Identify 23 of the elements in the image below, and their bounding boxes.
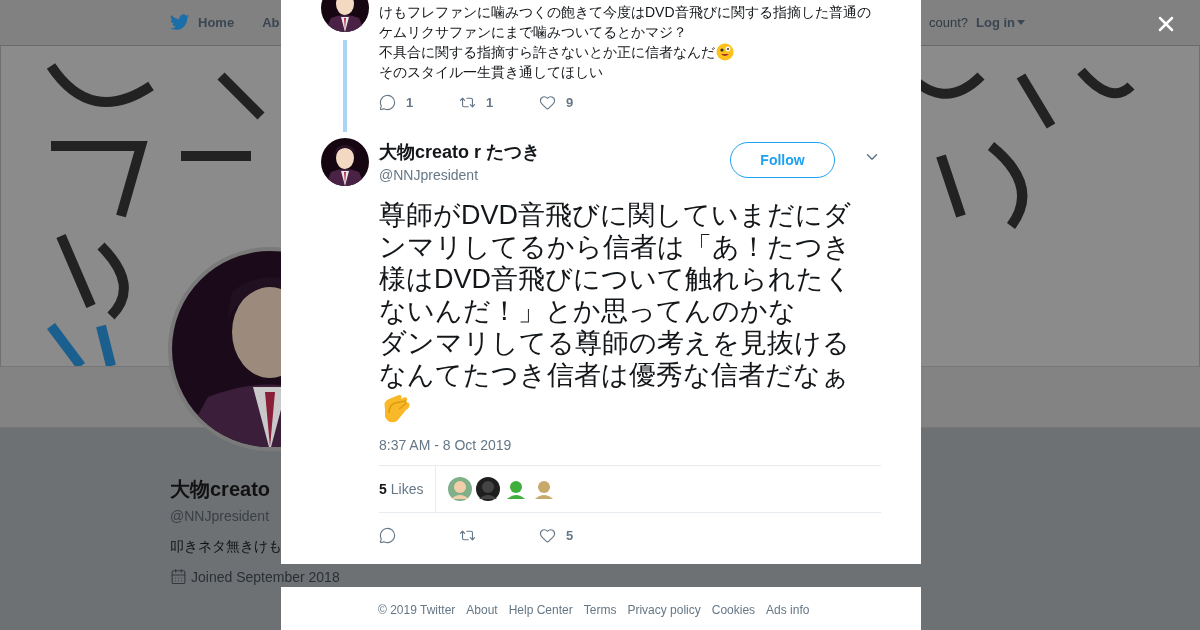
home-link[interactable]: Home: [170, 14, 235, 31]
reply-icon[interactable]: [379, 526, 396, 544]
footer-link[interactable]: Privacy policy: [627, 603, 701, 630]
footer-link[interactable]: About: [466, 603, 498, 630]
profile-name: 大物creato: [170, 477, 271, 502]
likes-count[interactable]: 5 Likes: [379, 466, 437, 512]
bird-icon: [170, 14, 190, 31]
footer-link[interactable]: © 2019 Twitter: [378, 603, 456, 630]
profile-bio: 叩きネタ無きけも: [170, 538, 282, 556]
action-count: 5: [566, 527, 574, 543]
tweet-text: けもフレファンに噛みつくの飽きて今度はDVD音飛びに関する指摘した普通のケムリクサファンにまで噛みついてるとかマジ？: [379, 3, 872, 42]
footer-link[interactable]: Ads info: [766, 603, 810, 630]
login-link[interactable]: Log in: [976, 15, 1025, 30]
caret-icon: [1017, 20, 1025, 25]
footer-link[interactable]: Terms: [583, 603, 617, 630]
calendar-icon: [170, 568, 187, 585]
like-icon[interactable]: [539, 526, 556, 544]
joined-date: Joined September 2018: [191, 568, 340, 585]
footer-link[interactable]: Help Center: [508, 603, 573, 630]
nav-link[interactable]: Ab: [262, 15, 280, 30]
footer-link[interactable]: Cookies: [711, 603, 756, 630]
tweet-timestamp: 8:37 AM - 8 Oct 2019: [379, 437, 513, 453]
account-prompt: count?: [928, 15, 968, 30]
